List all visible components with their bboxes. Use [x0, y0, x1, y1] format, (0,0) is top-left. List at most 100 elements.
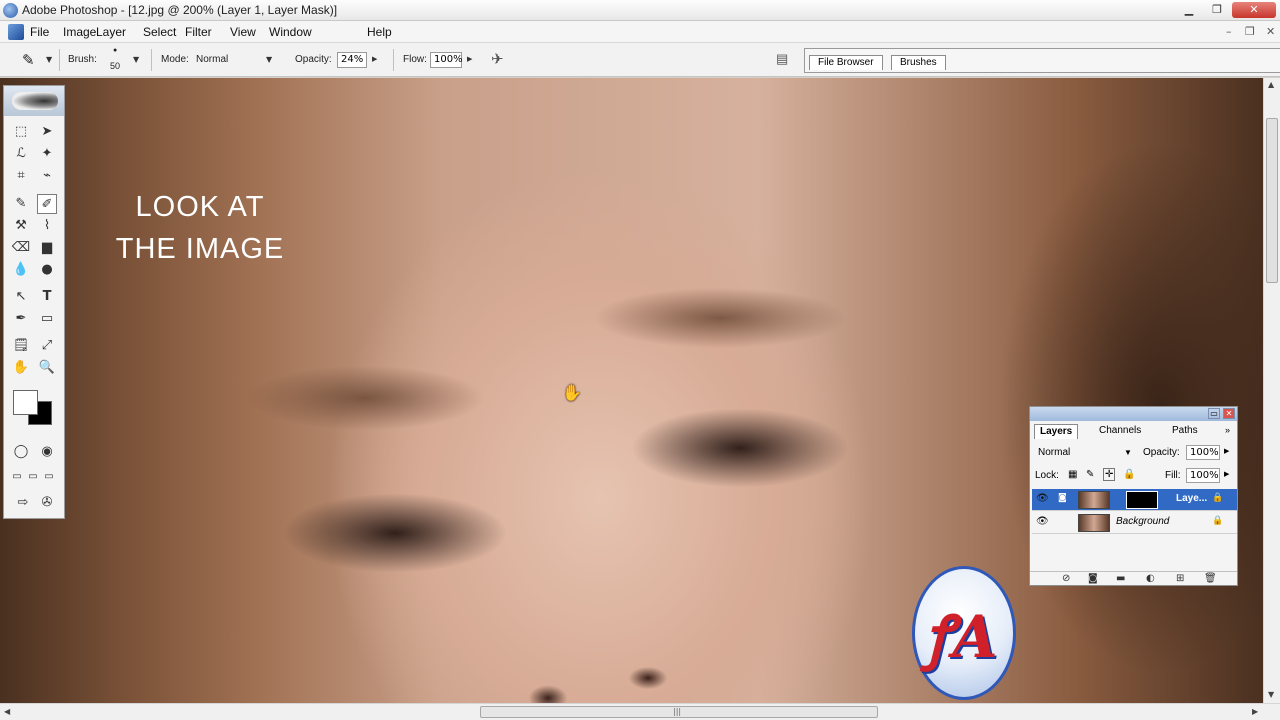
- notes-tool-icon[interactable]: 🗒: [11, 336, 31, 356]
- menu-bar: File Image Layer Select Filter View Wind…: [0, 21, 1280, 43]
- menu-select[interactable]: Select: [143, 25, 176, 39]
- palette-menu-icon[interactable]: »: [1225, 425, 1230, 435]
- airbrush-icon[interactable]: ✈: [491, 50, 504, 68]
- magic-wand-tool-icon[interactable]: ✦: [37, 144, 57, 164]
- doc-restore-button[interactable]: ❐: [1245, 25, 1255, 38]
- menu-layer[interactable]: Layer: [96, 25, 126, 39]
- lock-all-icon[interactable]: 🔒: [1123, 469, 1135, 480]
- brush-tool-icon-active[interactable]: ✐: [37, 194, 57, 214]
- palette-toggle-icon[interactable]: ▤: [776, 51, 788, 67]
- type-tool-icon[interactable]: T: [37, 287, 57, 307]
- add-mask-icon[interactable]: ◙: [1088, 573, 1098, 584]
- maximize-button[interactable]: ❐: [1204, 2, 1230, 18]
- scroll-down-icon[interactable]: ▼: [1268, 690, 1274, 699]
- layer-mask-thumbnail[interactable]: [1126, 491, 1158, 509]
- doc-close-button[interactable]: ✕: [1266, 25, 1275, 38]
- layer-row-background[interactable]: 👁 Background 🔒: [1032, 512, 1237, 534]
- minimize-button[interactable]: ▁: [1176, 2, 1202, 18]
- marquee-tool-icon[interactable]: ⬚: [11, 122, 31, 142]
- mode-dropdown-chevron-icon[interactable]: ▼: [266, 55, 272, 64]
- tab-file-browser[interactable]: File Browser: [809, 55, 883, 70]
- blend-mode-select[interactable]: Normal: [1038, 447, 1070, 458]
- tab-channels[interactable]: Channels: [1094, 424, 1146, 439]
- document-canvas[interactable]: LOOK AT THE IMAGE ✋ ꝭA: [0, 78, 1263, 703]
- history-brush-tool-icon[interactable]: ⌇: [37, 216, 57, 236]
- quick-mask-mode-icon[interactable]: ◉: [37, 442, 57, 462]
- blur-tool-icon[interactable]: 💧: [11, 260, 31, 280]
- layer-name[interactable]: Laye...: [1176, 493, 1207, 504]
- mode-select[interactable]: Normal: [196, 54, 228, 65]
- pen-tool-icon[interactable]: ✒: [11, 309, 31, 329]
- lock-transparency-icon[interactable]: ▦: [1068, 469, 1077, 480]
- background-visibility-eye-icon[interactable]: 👁: [1036, 516, 1049, 527]
- layer-row-layer-1[interactable]: 👁 ◙ Laye... 🔒: [1032, 489, 1237, 511]
- zoom-tool-icon[interactable]: 🔍: [37, 358, 57, 378]
- gradient-tool-icon[interactable]: ▆: [37, 238, 57, 258]
- lasso-tool-icon[interactable]: ℒ: [11, 144, 31, 164]
- lock-position-icon[interactable]: ✛: [1103, 468, 1116, 481]
- scroll-up-icon[interactable]: ▲: [1268, 80, 1274, 89]
- menu-file[interactable]: File: [30, 25, 49, 39]
- move-tool-icon[interactable]: ➤: [37, 122, 57, 142]
- vertical-scroll-thumb[interactable]: [1266, 118, 1278, 283]
- dodge-tool-icon[interactable]: ●: [37, 260, 57, 280]
- tab-brushes[interactable]: Brushes: [891, 55, 946, 70]
- hand-tool-icon[interactable]: ✋: [11, 358, 31, 378]
- full-screen-mode-icon[interactable]: ▭: [39, 467, 59, 487]
- layer-style-icon[interactable]: ⊘: [1062, 573, 1070, 584]
- photoshop-menu-icon[interactable]: [8, 24, 24, 40]
- tab-paths[interactable]: Paths: [1167, 424, 1203, 439]
- layer-opacity-arrow-icon[interactable]: ▶: [1224, 447, 1229, 455]
- menu-help[interactable]: Help: [367, 25, 392, 39]
- menu-view[interactable]: View: [230, 25, 256, 39]
- fill-input[interactable]: 100%: [1186, 468, 1220, 483]
- brush-tool-icon[interactable]: ✎: [22, 51, 35, 69]
- menu-filter[interactable]: Filter: [185, 25, 212, 39]
- tab-layers[interactable]: Layers: [1034, 424, 1079, 439]
- flow-slider-arrow-icon[interactable]: ▶: [467, 55, 472, 63]
- delete-layer-icon[interactable]: 🗑: [1204, 573, 1217, 584]
- tool-preset-dropdown[interactable]: ▼: [46, 55, 52, 64]
- scroll-right-icon[interactable]: ▶: [1252, 707, 1258, 716]
- new-layer-icon[interactable]: ⊞: [1176, 573, 1184, 584]
- crop-tool-icon[interactable]: ⌗: [11, 166, 31, 186]
- scroll-left-icon[interactable]: ◀: [4, 707, 10, 716]
- background-lock-icon: 🔒: [1212, 516, 1224, 526]
- jump-to-imageready-icon[interactable]: ⇨: [13, 493, 33, 513]
- doc-minimize-button[interactable]: –: [1226, 25, 1232, 38]
- layers-palette-titlebar[interactable]: ▭ ✕: [1030, 407, 1237, 421]
- layer-visibility-eye-icon[interactable]: 👁: [1036, 493, 1049, 504]
- new-group-icon[interactable]: ▬: [1116, 573, 1125, 584]
- foreground-color-swatch[interactable]: [13, 390, 38, 415]
- horizontal-scrollbar[interactable]: ◀ ||| ▶: [0, 703, 1280, 720]
- healing-brush-tool-icon[interactable]: ✎: [11, 194, 31, 214]
- brush-picker-dropdown[interactable]: ▼: [133, 55, 139, 64]
- standard-mode-icon[interactable]: ◯: [11, 442, 31, 462]
- lock-pixels-icon[interactable]: ✎: [1086, 469, 1094, 480]
- fill-arrow-icon[interactable]: ▶: [1224, 470, 1229, 478]
- opacity-input[interactable]: 24%: [337, 52, 367, 68]
- eyedropper-tool-icon[interactable]: ⤢: [37, 336, 57, 356]
- palette-minimize-icon[interactable]: ▭: [1208, 408, 1220, 419]
- menu-image[interactable]: Image: [63, 25, 96, 39]
- menu-window[interactable]: Window: [269, 25, 312, 39]
- opacity-slider-arrow-icon[interactable]: ▶: [372, 55, 377, 63]
- eraser-tool-icon[interactable]: ⌫: [11, 238, 31, 258]
- close-button[interactable]: ✕: [1232, 2, 1276, 18]
- adjustment-layer-icon[interactable]: ◐: [1146, 573, 1155, 584]
- palette-close-icon[interactable]: ✕: [1223, 408, 1235, 419]
- path-selection-tool-icon[interactable]: ↖: [11, 287, 31, 307]
- background-layer-name[interactable]: Background: [1116, 516, 1169, 527]
- imageready-icon[interactable]: ✇: [37, 493, 57, 513]
- slice-tool-icon[interactable]: ⌁: [37, 166, 57, 186]
- layer-opacity-label: Opacity:: [1143, 447, 1180, 458]
- flow-input[interactable]: 100%: [430, 52, 463, 68]
- brush-size[interactable]: 50: [110, 61, 120, 71]
- rectangle-tool-icon[interactable]: ▭: [37, 309, 57, 329]
- vertical-scrollbar[interactable]: ▲ ▼: [1263, 78, 1280, 703]
- toolbox-header[interactable]: [4, 86, 64, 116]
- blend-mode-chevron-icon[interactable]: ▼: [1124, 448, 1132, 457]
- layer-opacity-input[interactable]: 100%: [1186, 445, 1220, 460]
- clone-stamp-tool-icon[interactable]: ⚒: [11, 216, 31, 236]
- logo-glyph: ꝭA: [925, 603, 998, 671]
